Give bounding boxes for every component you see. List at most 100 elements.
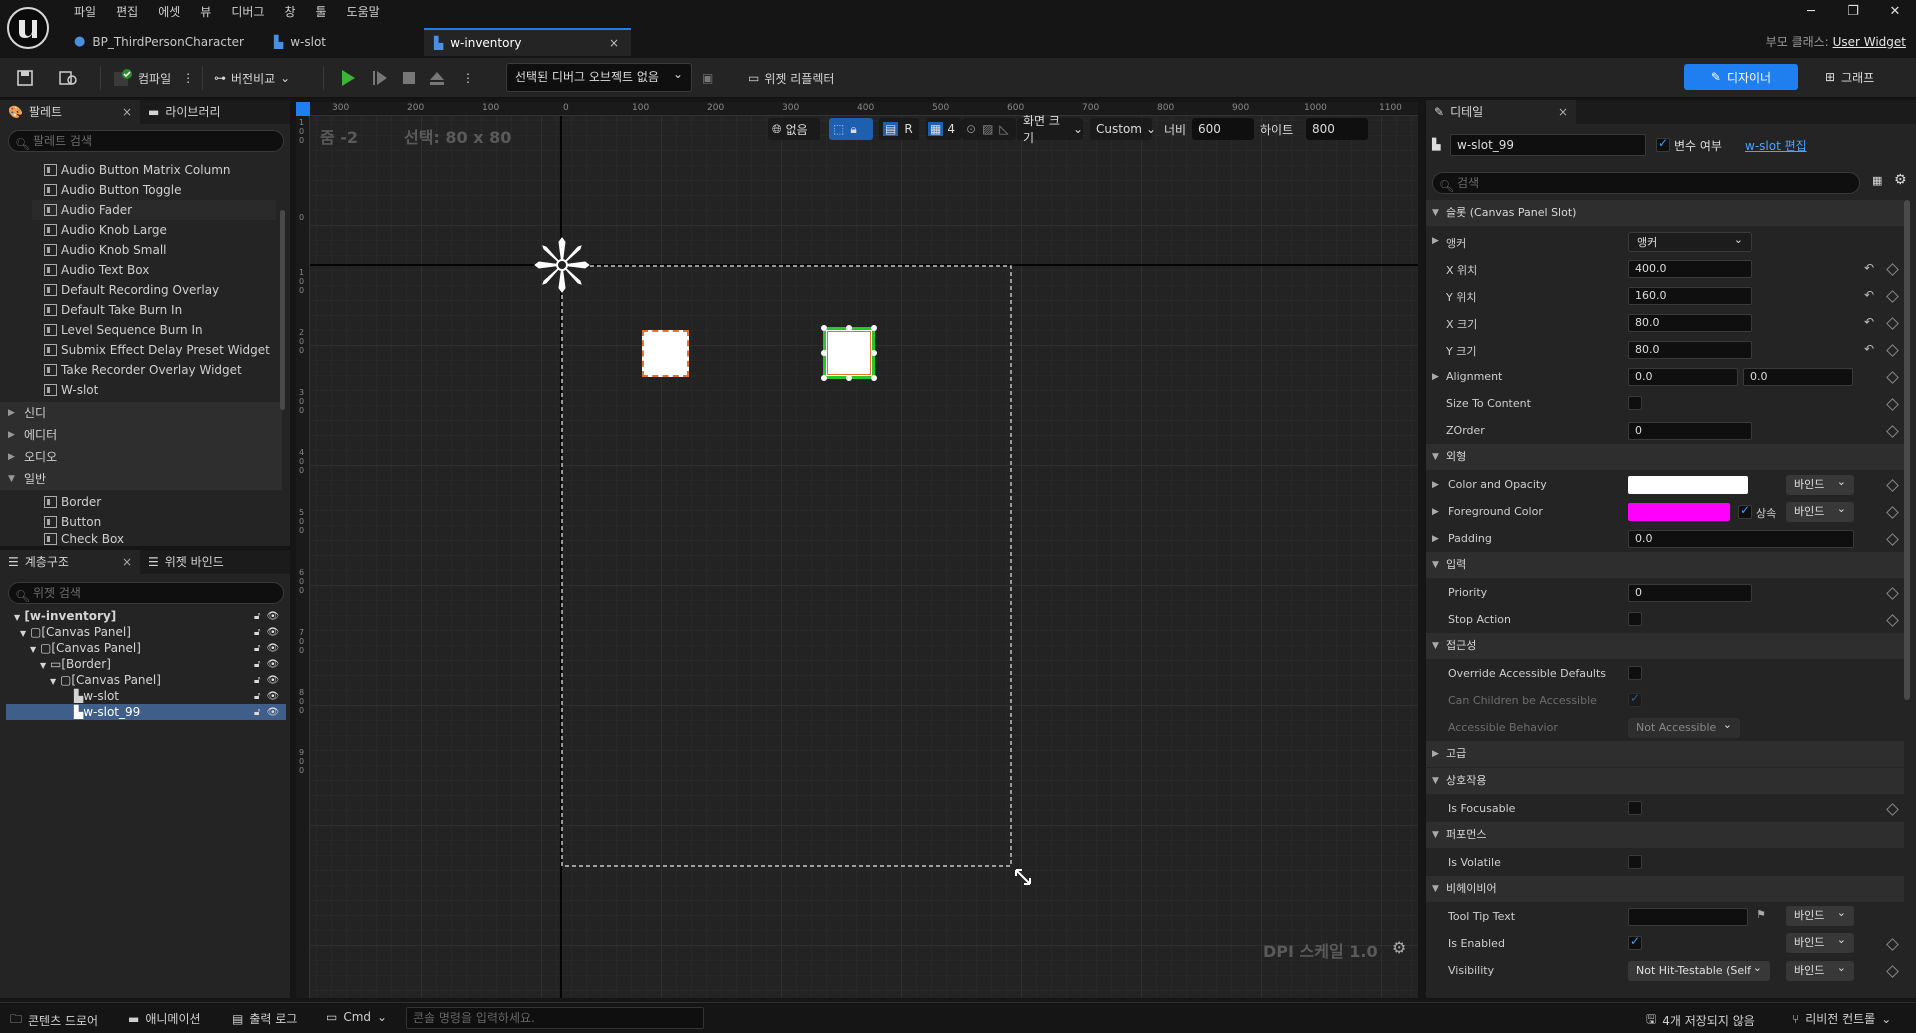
localization-flag-icon[interactable]: ⚑: [1756, 908, 1766, 921]
palette-search-input[interactable]: 🔍︎ 팔레트 검색: [8, 130, 284, 152]
chevron-right-icon[interactable]: ▶: [1432, 480, 1439, 490]
lock-icon[interactable]: 🔓︎: [254, 659, 260, 670]
palette-item[interactable]: Audio Knob Small: [44, 240, 167, 260]
maximize-button[interactable]: ❐: [1832, 0, 1874, 24]
designer-viewport[interactable]: 300 200 100 0 100 200 300 400 500 600 70…: [296, 102, 1418, 998]
is-focusable-checkbox[interactable]: [1628, 801, 1642, 815]
category-common[interactable]: ▼ 일반: [0, 468, 282, 490]
visibility-dropdown[interactable]: Not Hit-Testable (Self: [1628, 961, 1770, 981]
bind-dropdown[interactable]: 바인드: [1786, 930, 1854, 953]
inherit-checkbox[interactable]: [1738, 503, 1752, 519]
close-tab-icon[interactable]: ×: [609, 29, 619, 57]
triangle-ruler-icon[interactable]: ◺: [999, 122, 1008, 136]
menu-help[interactable]: 도움말: [337, 2, 390, 22]
unsaved-assets-button[interactable]: 🖫 4개 저장되지 않음: [1646, 1010, 1755, 1031]
resize-handle[interactable]: [846, 375, 852, 381]
close-tab-icon[interactable]: ×: [122, 100, 132, 124]
widget-search-input[interactable]: 🔍︎ 위젯 검색: [8, 582, 284, 604]
size-to-content-checkbox[interactable]: [1628, 396, 1642, 410]
resize-handle[interactable]: [871, 375, 877, 381]
eye-icon[interactable]: 👁︎: [266, 643, 279, 654]
screen-size-dropdown[interactable]: 화면 크기 ⌄: [1017, 114, 1083, 145]
bind-dropdown[interactable]: 바인드: [1786, 903, 1854, 926]
lock-icon[interactable]: 🔓︎: [254, 643, 260, 654]
palette-item-border[interactable]: Border: [44, 492, 101, 512]
reset-to-default-icon[interactable]: ↶: [1864, 315, 1874, 329]
details-search-input[interactable]: 🔍︎ 검색: [1432, 172, 1860, 194]
eye-icon[interactable]: 👁︎: [266, 707, 279, 718]
override-accessible-checkbox[interactable]: [1628, 666, 1642, 680]
eye-icon[interactable]: 👁︎: [266, 627, 279, 638]
is-variable-checkbox[interactable]: [1656, 136, 1670, 152]
palette-item[interactable]: W-slot: [44, 380, 98, 400]
section-accessibility[interactable]: ▼ 접근성: [1426, 633, 1904, 659]
chevron-right-icon[interactable]: ▶: [1432, 534, 1439, 544]
more-options-icon[interactable]: ⋮: [182, 71, 194, 85]
debug-filter-icon[interactable]: ▣: [702, 64, 713, 92]
section-slot[interactable]: ▼ 슬롯 (Canvas Panel Slot): [1426, 200, 1904, 226]
canvas-resize-icon[interactable]: [1014, 868, 1032, 886]
x-position-input[interactable]: 400.0: [1628, 260, 1752, 278]
tab-library[interactable]: ▬ 라이브러리: [140, 100, 280, 124]
menu-view[interactable]: 뷰: [190, 2, 221, 22]
reset-to-default-icon[interactable]: ↶: [1864, 288, 1874, 302]
respect-locks-toggle[interactable]: ⬚ 🔒︎: [829, 118, 873, 140]
section-advanced[interactable]: ▶ 고급: [1426, 741, 1904, 767]
foreground-color-swatch[interactable]: [1628, 503, 1730, 521]
tooltip-input[interactable]: [1628, 908, 1748, 926]
bind-dropdown[interactable]: 바인드: [1786, 958, 1854, 981]
toggle-r-button[interactable]: ▤ R: [879, 118, 919, 140]
section-interaction[interactable]: ▼ 상호작용: [1426, 768, 1904, 794]
tree-node-root[interactable]: ▼ [w-inventory]: [14, 608, 116, 624]
gear-icon[interactable]: ⚙: [1392, 938, 1406, 957]
palette-item-button[interactable]: Button: [44, 512, 101, 532]
unreal-logo[interactable]: [4, 4, 52, 52]
details-scrollbar[interactable]: [1904, 200, 1910, 700]
graph-mode-button[interactable]: ⊞ 그래프: [1825, 64, 1874, 90]
palette-item[interactable]: Level Sequence Burn In: [44, 320, 203, 340]
palette-item[interactable]: Audio Fader: [32, 200, 276, 220]
resize-handle[interactable]: [821, 350, 827, 356]
palette-item[interactable]: Default Take Burn In: [44, 300, 182, 320]
palette-item[interactable]: Default Recording Overlay: [44, 280, 219, 300]
cursor-icon[interactable]: ⊙: [966, 122, 976, 136]
lock-icon[interactable]: 🔓︎: [254, 707, 260, 718]
reset-to-default-icon[interactable]: ↶: [1864, 261, 1874, 275]
eye-icon[interactable]: 👁︎: [266, 611, 279, 622]
browse-button[interactable]: [58, 64, 78, 92]
fill-screen-dropdown[interactable]: Custom ⌄: [1090, 118, 1156, 140]
save-button[interactable]: [16, 64, 34, 92]
alignment-y-input[interactable]: 0.0: [1743, 368, 1853, 386]
w-slot-widget[interactable]: [642, 330, 689, 377]
section-input[interactable]: ▼ 입력: [1426, 552, 1904, 578]
tree-node[interactable]: ▼ ▢[Canvas Panel]: [20, 624, 131, 640]
cmd-dropdown[interactable]: ▭ Cmd ⌄: [326, 1010, 387, 1024]
tree-node-selected[interactable]: ▙w-slot_99: [74, 704, 140, 720]
section-performance[interactable]: ▼ 퍼포먼스: [1426, 822, 1904, 848]
revision-control-button[interactable]: ⑂ 리비전 컨트롤 ⌄: [1792, 1010, 1891, 1027]
stop-button[interactable]: [401, 64, 417, 92]
priority-input[interactable]: 0: [1628, 584, 1752, 602]
close-tab-icon[interactable]: ×: [122, 550, 132, 574]
tab-widget-binding[interactable]: ☰ 위젯 바인드: [140, 550, 280, 574]
category-audio[interactable]: ▶ 오디오: [0, 446, 282, 468]
palette-item-checkbox[interactable]: Check Box: [44, 532, 124, 546]
alignment-x-input[interactable]: 0.0: [1628, 368, 1738, 386]
menu-asset[interactable]: 에셋: [148, 2, 190, 22]
is-enabled-checkbox[interactable]: [1628, 934, 1642, 950]
palette-item[interactable]: Audio Button Matrix Column: [44, 160, 230, 180]
zorder-input[interactable]: 0: [1628, 422, 1752, 440]
eye-icon[interactable]: 👁︎: [266, 691, 279, 702]
color-opacity-swatch[interactable]: [1628, 476, 1748, 494]
step-button[interactable]: [372, 64, 388, 92]
menu-file[interactable]: 파일: [64, 2, 106, 22]
menu-window[interactable]: 창: [274, 2, 305, 22]
stop-action-checkbox[interactable]: [1628, 612, 1642, 626]
palette-scrollbar[interactable]: [280, 210, 285, 410]
palette-item[interactable]: Audio Knob Large: [44, 220, 167, 240]
section-behavior[interactable]: ▼ 비헤이비어: [1426, 876, 1904, 902]
compile-button[interactable]: 컴파일 ⋮: [113, 64, 194, 92]
y-position-input[interactable]: 160.0: [1628, 287, 1752, 305]
section-appearance[interactable]: ▼ 외형: [1426, 444, 1904, 470]
resize-handle[interactable]: [871, 325, 877, 331]
